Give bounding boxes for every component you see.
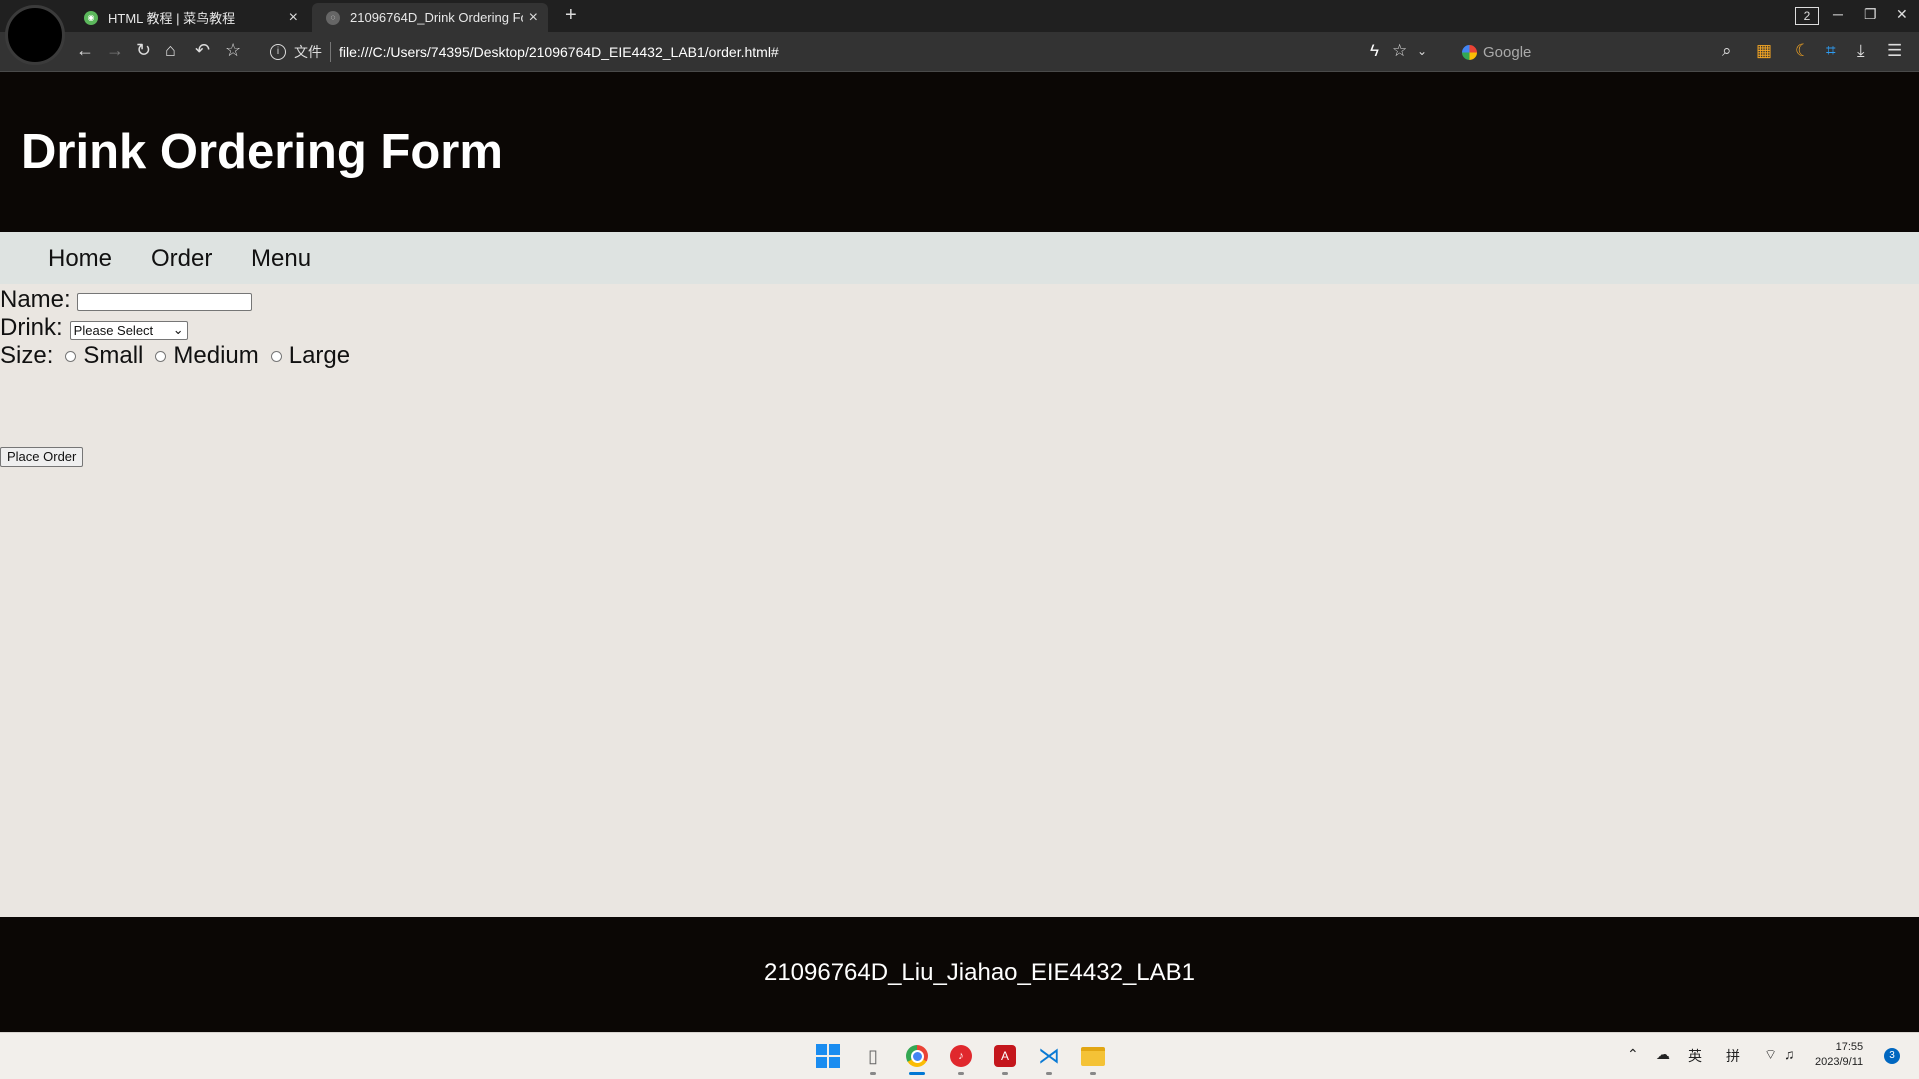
volume-icon[interactable]: ♫ — [1784, 1046, 1795, 1062]
window-count-badge[interactable]: 2 — [1795, 7, 1819, 25]
size-label: Size: — [0, 342, 54, 369]
windows-taskbar: ▯ ♪ A ⋊ ⌃ ☁ 英 拼 ⌔ ♫ 17:55 2023/9/11 3 — [0, 1032, 1919, 1079]
download-icon[interactable]: ⤓ — [1857, 41, 1865, 61]
favorite-star-icon[interactable]: ☆ — [1392, 41, 1407, 61]
chrome-icon[interactable] — [904, 1043, 930, 1075]
close-tab-icon[interactable]: × — [289, 9, 298, 27]
tab-runoob[interactable]: ◉ HTML 教程 | 菜鸟教程 × — [70, 3, 308, 32]
netease-music-icon[interactable]: ♪ — [948, 1043, 974, 1075]
acrobat-pdf-icon[interactable]: A — [992, 1043, 1018, 1075]
place-order-button[interactable]: Place Order — [0, 447, 84, 467]
back-icon[interactable]: ← — [76, 40, 94, 61]
nav-menu-link[interactable]: Menu — [251, 245, 311, 273]
close-window-icon[interactable]: ✕ — [1896, 6, 1908, 23]
crop-screenshot-icon[interactable]: ⌗ — [1826, 41, 1836, 61]
size-large-radio[interactable] — [270, 350, 282, 362]
google-icon — [1462, 44, 1477, 60]
tab-title: 21096764D_Drink Ordering Fo — [350, 10, 523, 25]
web-page: Drink Ordering Form Home Order Menu Name… — [0, 72, 1919, 1032]
tab-drink-ordering[interactable]: ◌ 21096764D_Drink Ordering Fo × — [312, 3, 548, 32]
screen: ◉ HTML 教程 | 菜鸟教程 × ◌ 21096764D_Drink Ord… — [0, 0, 1919, 1079]
chevron-down-icon: ⌄ — [172, 322, 184, 337]
site-info-icon[interactable]: i — [270, 44, 286, 60]
nav-order-link[interactable]: Order — [151, 245, 212, 273]
file-explorer-icon[interactable] — [1080, 1043, 1106, 1075]
size-medium-label[interactable]: Medium — [173, 342, 258, 370]
onedrive-cloud-icon[interactable]: ☁ — [1656, 1046, 1670, 1063]
restore-icon[interactable]: ❐ — [1864, 6, 1877, 23]
footer-text: 21096764D_Liu_Jiahao_EIE4432_LAB1 — [763, 959, 1196, 986]
search-placeholder: Google — [1483, 43, 1532, 61]
apps-grid-icon[interactable]: ▦ — [1756, 41, 1772, 61]
size-large-label[interactable]: Large — [289, 342, 350, 370]
lightning-icon[interactable]: ϟ — [1370, 41, 1379, 61]
notepad-file-icon[interactable]: ▯ — [860, 1043, 886, 1075]
globe-icon: ◌ — [326, 10, 340, 25]
size-small-radio[interactable] — [65, 350, 77, 362]
name-row: Name: — [0, 286, 252, 314]
page-nav: Home Order Menu — [0, 232, 1919, 284]
reload-icon[interactable]: ↻ — [136, 40, 151, 61]
notification-badge[interactable]: 3 — [1884, 1048, 1900, 1064]
size-row: Size: Small Medium Large — [0, 342, 350, 370]
runoob-favicon-icon: ◉ — [84, 10, 98, 25]
menu-icon[interactable]: ☰ — [1887, 41, 1902, 61]
url-text[interactable]: file:///C:/Users/74395/Desktop/21096764D… — [339, 44, 779, 60]
size-small-label[interactable]: Small — [83, 342, 143, 370]
vscode-icon[interactable]: ⋊ — [1036, 1043, 1062, 1075]
url-scheme: 文件 — [294, 42, 331, 62]
clock-time: 17:55 — [1835, 1041, 1864, 1053]
browser-toolbar: ← → ↻ ⌂ ↶ ☆ i 文件 file:///C:/Users/74395/… — [0, 32, 1919, 72]
wifi-icon[interactable]: ⌔ — [1764, 1046, 1777, 1064]
windows-start-icon[interactable] — [815, 1043, 841, 1069]
name-label: Name: — [0, 286, 71, 313]
forward-icon[interactable]: → — [106, 40, 124, 61]
ime-language-indicator[interactable]: 英 — [1688, 1046, 1702, 1066]
undo-close-icon[interactable]: ↶ — [195, 40, 210, 61]
ime-mode-indicator[interactable]: 拼 — [1726, 1046, 1740, 1066]
page-header: Drink Ordering Form — [0, 72, 1919, 232]
minimize-icon[interactable]: ─ — [1833, 6, 1843, 22]
page-title: Drink Ordering Form — [21, 125, 503, 179]
close-tab-icon[interactable]: × — [529, 9, 538, 27]
drink-select-value: Please Select — [73, 322, 154, 338]
chevron-up-icon[interactable]: ⌃ — [1627, 1046, 1639, 1063]
new-tab-button[interactable]: + — [565, 4, 577, 27]
address-bar[interactable]: i 文件 file:///C:/Users/74395/Desktop/2109… — [270, 38, 1430, 66]
name-input[interactable] — [76, 293, 252, 311]
drink-label: Drink: — [0, 314, 63, 341]
drink-row: Drink: Please Select ⌄ — [0, 314, 188, 342]
size-medium-radio[interactable] — [155, 350, 167, 362]
search-box[interactable]: Google — [1462, 38, 1702, 66]
bookmark-star-icon[interactable]: ☆ — [225, 40, 241, 61]
chevron-down-icon[interactable]: ⌄ — [1417, 44, 1427, 58]
system-clock[interactable]: 17:55 2023/9/11 — [1815, 1040, 1863, 1070]
home-icon[interactable]: ⌂ — [165, 40, 176, 61]
nav-home-link[interactable]: Home — [48, 245, 112, 273]
drink-select[interactable]: Please Select ⌄ — [69, 320, 188, 340]
browser-tab-bar: ◉ HTML 教程 | 菜鸟教程 × ◌ 21096764D_Drink Ord… — [0, 0, 1919, 32]
night-mode-icon[interactable]: ☾ — [1795, 41, 1810, 61]
search-icon[interactable]: ⌕ — [1722, 41, 1732, 61]
clock-date: 2023/9/11 — [1815, 1056, 1864, 1068]
tab-title: HTML 教程 | 菜鸟教程 — [108, 11, 236, 26]
page-footer: 21096764D_Liu_Jiahao_EIE4432_LAB1 — [0, 917, 1919, 1032]
profile-avatar[interactable] — [5, 5, 65, 65]
